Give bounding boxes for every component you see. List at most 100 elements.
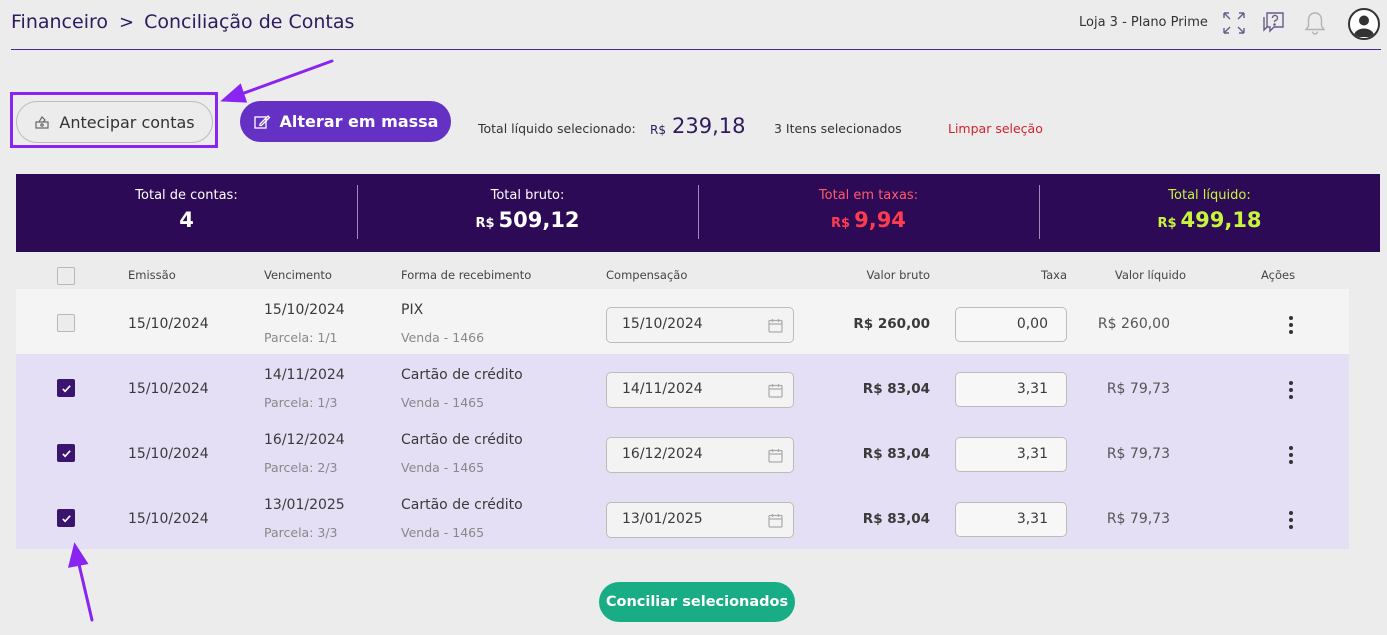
col-valor-liquido: Valor líquido [1114, 268, 1186, 282]
summary-taxas-label: Total em taxas: [818, 188, 919, 203]
alterar-em-massa-button[interactable]: Alterar em massa [240, 101, 451, 142]
clear-selection-link[interactable]: Limpar seleção [948, 121, 1043, 136]
cell-vencimento: 16/12/2024 [264, 432, 345, 448]
table-row: 15/10/2024 13/01/2025 Parcela: 3/3 Cartão d… [16, 484, 1349, 549]
breadcrumb-separator: > [119, 11, 135, 33]
cell-venda: Venda - 1466 [401, 330, 485, 345]
taxa-input[interactable]: 3,31 [955, 502, 1067, 537]
store-plan-label[interactable]: Loja 3 - Plano Prime [1079, 15, 1208, 30]
cell-emissao: 15/10/2024 [128, 511, 209, 527]
compensacao-date-value: 15/10/2024 [622, 316, 703, 332]
col-taxa: Taxa [1040, 268, 1067, 282]
cell-emissao: 15/10/2024 [128, 316, 209, 332]
summary-taxas-value: 9,94 [854, 208, 906, 232]
compensacao-date-value: 14/11/2024 [622, 381, 703, 397]
compensacao-date-input[interactable]: 15/10/2024 [606, 307, 794, 343]
taxa-input[interactable]: 3,31 [955, 372, 1067, 407]
summary-liquido-currency: R$ [1157, 216, 1177, 231]
conciliar-label: Conciliar selecionados [605, 594, 789, 610]
summary-contas-label: Total de contas: [135, 188, 238, 203]
calendar-icon[interactable] [767, 317, 784, 334]
breadcrumb: Financeiro > Conciliação de Contas [11, 11, 354, 33]
cell-valor-bruto: R$ 83,04 [862, 381, 930, 397]
cell-forma: Cartão de crédito [401, 432, 523, 448]
col-acoes: Ações [1261, 268, 1296, 282]
taxa-input[interactable]: 3,31 [955, 437, 1067, 472]
summary-total-contas: Total de contas: 4 [16, 174, 357, 252]
help-chat-icon[interactable] [1261, 10, 1287, 36]
header-divider [11, 49, 1381, 50]
cell-emissao: 15/10/2024 [128, 381, 209, 397]
compensacao-date-input[interactable]: 14/11/2024 [606, 372, 794, 408]
col-forma: Forma de recebimento [401, 268, 532, 282]
fullscreen-icon[interactable] [1221, 10, 1247, 36]
taxa-value: 3,31 [1016, 511, 1048, 527]
cell-parcela: Parcela: 1/1 [264, 330, 338, 345]
row-actions-kebab-icon[interactable] [1284, 316, 1298, 336]
table-row: 15/10/2024 15/10/2024 Parcela: 1/1 PIX Venda… [16, 289, 1349, 354]
row-checkbox[interactable] [57, 379, 75, 397]
calendar-icon[interactable] [767, 512, 784, 529]
taxa-input[interactable]: 0,00 [955, 307, 1067, 342]
check-icon [61, 384, 71, 392]
selected-total-value: 239,18 [672, 114, 746, 138]
breadcrumb-financeiro[interactable]: Financeiro [11, 11, 108, 33]
summary-liquido-value: 499,18 [1180, 208, 1262, 232]
taxa-value: 3,31 [1016, 446, 1048, 462]
compensacao-date-input[interactable]: 13/01/2025 [606, 502, 794, 538]
cell-valor-bruto: R$ 83,04 [862, 511, 930, 527]
col-vencimento: Vencimento [264, 268, 332, 282]
col-compensacao: Compensação [606, 268, 688, 282]
bell-icon[interactable] [1302, 10, 1328, 36]
cell-venda: Venda - 1465 [401, 395, 485, 410]
selected-count: 3 Itens selecionados [774, 121, 902, 136]
cell-valor-liquido: R$ 79,73 [1106, 381, 1170, 397]
select-all-checkbox[interactable] [57, 267, 75, 285]
selected-total-label: Total líquido selecionado: [478, 121, 636, 136]
alterar-em-massa-label: Alterar em massa [279, 112, 439, 131]
cell-valor-liquido: R$ 79,73 [1106, 446, 1170, 462]
cell-forma: Cartão de crédito [401, 497, 523, 513]
compensacao-date-input[interactable]: 16/12/2024 [606, 437, 794, 473]
summary-bruto-currency: R$ [475, 216, 495, 231]
cell-venda: Venda - 1465 [401, 460, 485, 475]
taxa-value: 3,31 [1016, 381, 1048, 397]
table-row: 15/10/2024 14/11/2024 Parcela: 1/3 Cartão d… [16, 354, 1349, 419]
cell-vencimento: 15/10/2024 [264, 302, 345, 318]
compensacao-date-value: 13/01/2025 [622, 511, 703, 527]
calendar-icon[interactable] [767, 382, 784, 399]
check-icon [61, 449, 71, 457]
cell-valor-bruto: R$ 83,04 [862, 446, 930, 462]
row-actions-kebab-icon[interactable] [1284, 446, 1298, 466]
cell-venda: Venda - 1465 [401, 525, 485, 540]
cell-vencimento: 14/11/2024 [264, 367, 345, 383]
cell-vencimento: 13/01/2025 [264, 497, 345, 513]
page-title: Conciliação de Contas [144, 11, 355, 33]
cell-valor-liquido: R$ 260,00 [1097, 316, 1170, 332]
summary-total-liquido: Total líquido: R$ 499,18 [1039, 174, 1380, 252]
cell-parcela: Parcela: 2/3 [264, 460, 338, 475]
cell-parcela: Parcela: 3/3 [264, 525, 338, 540]
annotation-highlight-box [10, 92, 218, 148]
user-avatar-icon[interactable] [1348, 8, 1380, 40]
row-actions-kebab-icon[interactable] [1284, 511, 1298, 531]
taxa-value: 0,00 [1016, 316, 1048, 332]
top-bar: Financeiro > Conciliação de Contas Loja … [0, 0, 1387, 50]
row-checkbox[interactable] [57, 314, 75, 332]
compensacao-date-value: 16/12/2024 [622, 446, 703, 462]
summary-contas-value: 4 [179, 208, 194, 232]
bulk-edit-icon [253, 113, 271, 131]
table-header: Emissão Vencimento Forma de recebimento … [16, 262, 1349, 286]
row-checkbox[interactable] [57, 444, 75, 462]
selected-total-currency: R$ [650, 123, 666, 137]
conciliar-selecionados-button[interactable]: Conciliar selecionados [599, 582, 795, 622]
calendar-icon[interactable] [767, 447, 784, 464]
summary-total-taxas: Total em taxas: R$ 9,94 [698, 174, 1039, 252]
summary-bruto-label: Total bruto: [490, 188, 565, 203]
row-actions-kebab-icon[interactable] [1284, 381, 1298, 401]
table-row: 15/10/2024 16/12/2024 Parcela: 2/3 Cartão d… [16, 419, 1349, 484]
col-valor-bruto: Valor bruto [866, 268, 931, 282]
cell-emissao: 15/10/2024 [128, 446, 209, 462]
cell-forma: PIX [401, 302, 424, 318]
row-checkbox[interactable] [57, 509, 75, 527]
